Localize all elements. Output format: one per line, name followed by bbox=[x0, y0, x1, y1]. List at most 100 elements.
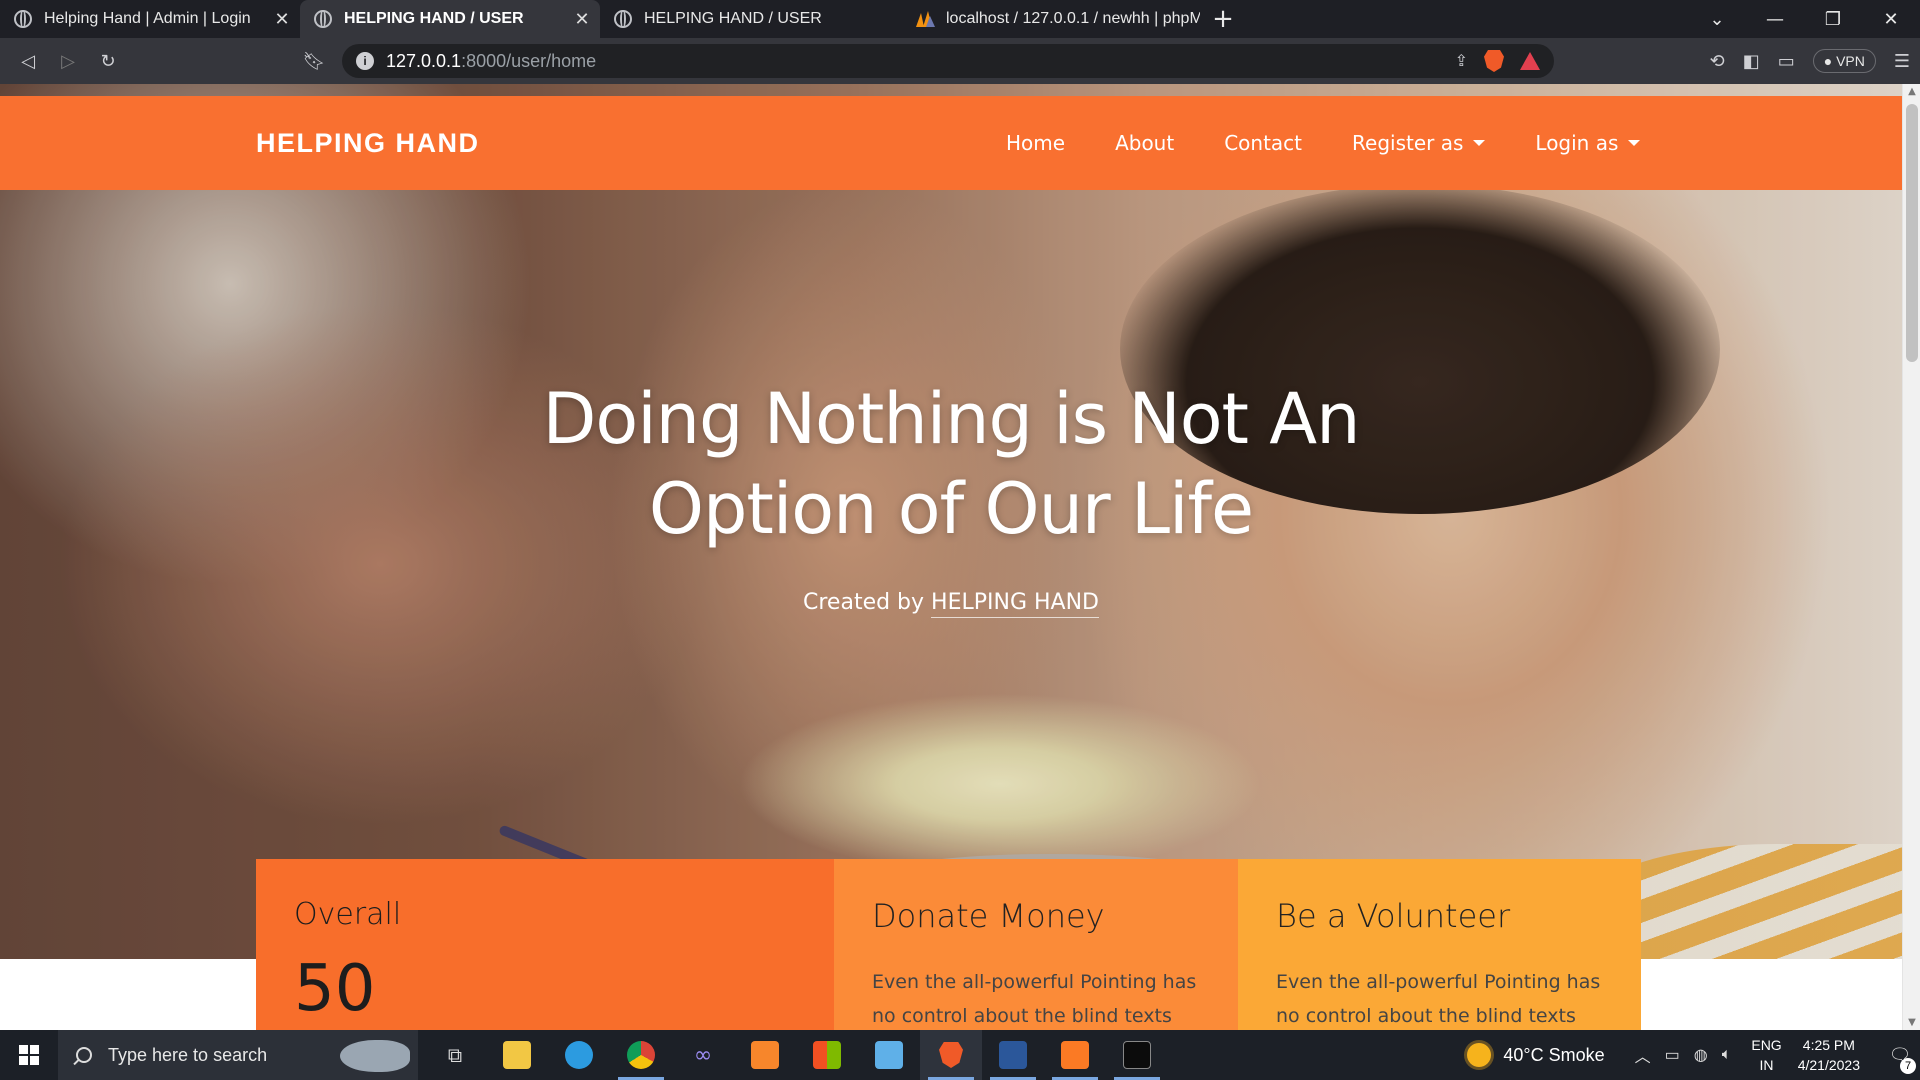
address-bar[interactable]: i 127.0.0.1:8000/user/home ⇪ bbox=[342, 44, 1554, 78]
tab-title: HELPING HAND / USER bbox=[644, 10, 822, 27]
terminal-icon[interactable] bbox=[1106, 1030, 1168, 1080]
card-title: Overall bbox=[294, 897, 402, 932]
brave-shields-icon[interactable] bbox=[1484, 50, 1504, 72]
clock-time: 4:25 PM bbox=[1802, 1037, 1855, 1053]
task-view-icon[interactable]: ⧉ bbox=[424, 1030, 486, 1080]
minimize-button[interactable]: — bbox=[1746, 0, 1804, 38]
menu-icon[interactable]: ☰ bbox=[1894, 51, 1910, 72]
weather-widget[interactable]: 40°C Smoke bbox=[1467, 1043, 1605, 1067]
scrollbar-thumb[interactable] bbox=[1906, 104, 1918, 362]
browser-tab[interactable]: Helping Hand | Admin | Login ✕ bbox=[0, 0, 300, 38]
brave-rewards-icon[interactable] bbox=[1520, 52, 1540, 70]
edge-icon[interactable] bbox=[548, 1030, 610, 1080]
reload-icon[interactable]: ↻ bbox=[88, 41, 128, 81]
nav-about[interactable]: About bbox=[1115, 131, 1174, 155]
caret-down-icon bbox=[1628, 140, 1641, 146]
lang-top: ENG bbox=[1751, 1037, 1782, 1053]
browser-tab[interactable]: HELPING HAND / USER bbox=[600, 0, 900, 38]
tab-title: Helping Hand | Admin | Login bbox=[44, 10, 251, 27]
clock-date: 4/21/2023 bbox=[1797, 1057, 1860, 1073]
nav-menu: Home About Contact Register as Login as bbox=[1006, 96, 1690, 190]
clock[interactable]: 4:25 PM 4/21/2023 bbox=[1798, 1035, 1860, 1075]
donate-card[interactable]: Donate Money Even the all-powerful Point… bbox=[834, 859, 1238, 1030]
hero-text: Doing Nothing is Not An Option of Our Li… bbox=[0, 374, 1902, 618]
sublime-text-icon[interactable] bbox=[734, 1030, 796, 1080]
back-icon[interactable]: ◁ bbox=[8, 41, 48, 81]
tab-search-icon[interactable]: ⌄ bbox=[1688, 0, 1746, 38]
xampp-icon[interactable] bbox=[1044, 1030, 1106, 1080]
nav-login-label: Login as bbox=[1535, 131, 1619, 155]
extensions-icon[interactable]: ⟲ bbox=[1710, 51, 1725, 72]
hero-headline: Doing Nothing is Not An Option of Our Li… bbox=[0, 374, 1902, 554]
byline-prefix: Created by bbox=[803, 590, 925, 615]
hero-byline: Created by HELPING HAND bbox=[0, 590, 1902, 618]
nav-login-dropdown[interactable]: Login as bbox=[1535, 131, 1641, 155]
site-brand[interactable]: HELPING HAND bbox=[256, 96, 480, 190]
close-tab-icon[interactable]: ✕ bbox=[564, 9, 600, 30]
nav-home[interactable]: Home bbox=[1006, 131, 1065, 155]
sidebar-icon[interactable]: ◧ bbox=[1743, 51, 1760, 72]
browser-tab[interactable]: localhost / 127.0.0.1 / newhh | phpMy bbox=[900, 0, 1200, 38]
notification-badge: 7 bbox=[1900, 1057, 1916, 1074]
hero-headline-line: Option of Our Life bbox=[648, 468, 1254, 550]
tab-title: HELPING HAND / USER bbox=[344, 10, 524, 27]
close-tab-icon[interactable]: ✕ bbox=[264, 9, 300, 30]
globe-icon bbox=[314, 10, 332, 28]
taskbar-apps: ⧉ ∞ bbox=[424, 1030, 1168, 1080]
taskbar-search-placeholder: Type here to search bbox=[108, 1044, 268, 1065]
weather-sun-icon bbox=[1467, 1043, 1492, 1067]
caret-down-icon bbox=[1473, 140, 1486, 146]
battery-icon[interactable]: ▭ bbox=[1665, 1045, 1680, 1065]
page-scrollbar[interactable]: ▲ ▼ bbox=[1902, 84, 1920, 1030]
windows-logo-icon bbox=[19, 1045, 39, 1065]
browser-tab-active[interactable]: HELPING HAND / USER ✕ bbox=[300, 0, 600, 38]
vpn-label: VPN bbox=[1836, 53, 1865, 69]
feature-cards: Overall 50 Donate Money Even the all-pow… bbox=[256, 859, 1641, 1030]
window-controls: ⌄ — ❐ ✕ bbox=[1688, 0, 1920, 38]
share-icon[interactable]: ⇪ bbox=[1455, 51, 1468, 71]
scroll-down-icon[interactable]: ▼ bbox=[1903, 1017, 1920, 1028]
remote-desktop-icon[interactable] bbox=[858, 1030, 920, 1080]
volunteer-card[interactable]: Be a Volunteer Even the all-powerful Poi… bbox=[1238, 859, 1641, 1030]
volume-icon[interactable]: 🔈︎ bbox=[1722, 1046, 1732, 1064]
infinity-app-icon[interactable]: ∞ bbox=[672, 1030, 734, 1080]
restore-button[interactable]: ❐ bbox=[1804, 0, 1862, 38]
nav-contact[interactable]: Contact bbox=[1224, 131, 1302, 155]
card-title: Donate Money bbox=[872, 897, 1105, 935]
chrome-icon[interactable] bbox=[610, 1030, 672, 1080]
wallet-icon[interactable]: ▭ bbox=[1778, 51, 1795, 72]
nav-register-dropdown[interactable]: Register as bbox=[1352, 131, 1486, 155]
microsoft-store-icon[interactable] bbox=[796, 1030, 858, 1080]
lang-bottom: IN bbox=[1759, 1057, 1774, 1073]
page-viewport: HELPING HAND Home About Contact Register… bbox=[0, 84, 1902, 1030]
bookmark-icon[interactable]: 🔖︎ bbox=[294, 41, 334, 81]
card-text: Even the all-powerful Pointing has no co… bbox=[872, 971, 1197, 1027]
vpn-button[interactable]: ● VPN bbox=[1812, 49, 1876, 73]
url-host: 127.0.0.1 bbox=[386, 50, 462, 71]
site-navbar: HELPING HAND Home About Contact Register… bbox=[0, 96, 1902, 190]
word-icon[interactable] bbox=[982, 1030, 1044, 1080]
file-explorer-icon[interactable] bbox=[486, 1030, 548, 1080]
system-tray: 40°C Smoke ︿ ▭ ◍ 🔈︎ ENG IN 4:25 PM 4/21/… bbox=[1467, 1030, 1920, 1080]
close-window-button[interactable]: ✕ bbox=[1862, 0, 1920, 38]
chevron-up-icon[interactable]: ︿ bbox=[1635, 1043, 1651, 1067]
overall-card: Overall 50 bbox=[256, 859, 834, 1030]
browser-toolbar: ◁ ▷ ↻ 🔖︎ i 127.0.0.1:8000/user/home ⇪ ⟲ … bbox=[0, 38, 1920, 84]
language-indicator[interactable]: ENG IN bbox=[1751, 1035, 1781, 1075]
scroll-up-icon[interactable]: ▲ bbox=[1903, 86, 1920, 97]
notification-center-icon[interactable]: 🗨︎ 7 bbox=[1880, 1045, 1920, 1074]
url-path: :8000/user/home bbox=[461, 50, 597, 71]
site-info-icon[interactable]: i bbox=[356, 52, 374, 70]
network-icon[interactable]: ◍ bbox=[1694, 1045, 1708, 1065]
byline-link[interactable]: HELPING HAND bbox=[931, 590, 1099, 618]
overall-count: 50 bbox=[294, 952, 376, 1026]
nav-register-label: Register as bbox=[1352, 131, 1464, 155]
globe-icon bbox=[14, 10, 32, 28]
taskbar-search[interactable]: Type here to search bbox=[58, 1030, 418, 1080]
brave-browser-icon[interactable] bbox=[920, 1030, 982, 1080]
forward-icon[interactable]: ▷ bbox=[48, 41, 88, 81]
card-title: Be a Volunteer bbox=[1276, 897, 1511, 935]
globe-icon bbox=[614, 10, 632, 28]
new-tab-button[interactable]: + bbox=[1200, 0, 1246, 38]
start-button[interactable] bbox=[0, 1030, 58, 1080]
